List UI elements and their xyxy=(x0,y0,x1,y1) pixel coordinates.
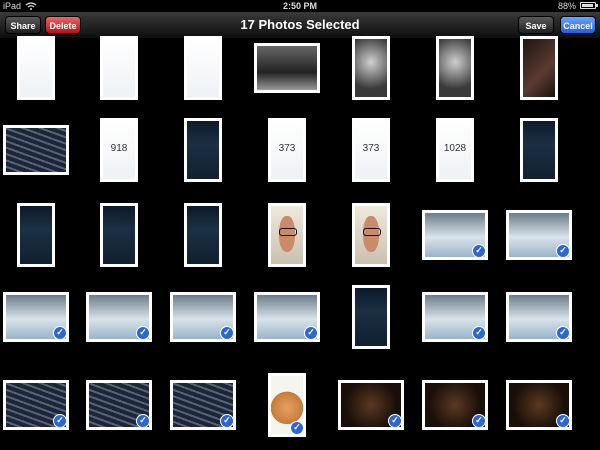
delete-button[interactable]: Delete xyxy=(45,16,81,34)
status-time: 2:50 PM xyxy=(282,1,317,11)
save-button[interactable]: Save xyxy=(518,16,554,34)
photo-image xyxy=(103,39,135,97)
photo-number-text: 918 xyxy=(110,143,128,155)
photo-image xyxy=(6,128,66,172)
photo-image xyxy=(355,39,387,97)
photo-thumbnail[interactable]: 918 xyxy=(100,118,138,182)
checkmark-icon: ✓ xyxy=(53,326,67,340)
photo-thumbnail[interactable] xyxy=(100,203,138,267)
photo-thumbnail[interactable] xyxy=(100,36,138,100)
photo-image: 918 xyxy=(103,121,135,179)
photo-thumbnail[interactable] xyxy=(184,36,222,100)
photo-thumbnail[interactable]: ✓ xyxy=(3,380,69,430)
checkmark-icon: ✓ xyxy=(472,244,486,258)
photo-image xyxy=(20,206,52,264)
checkmark-icon: ✓ xyxy=(472,414,486,428)
photo-thumbnail[interactable]: ✓ xyxy=(86,292,152,342)
photo-thumbnail[interactable]: ✓ xyxy=(268,373,306,437)
photo-thumbnail[interactable]: 1028 xyxy=(436,118,474,182)
photo-image xyxy=(439,39,471,97)
photo-thumbnail[interactable] xyxy=(254,43,320,93)
page-title: 17 Photos Selected xyxy=(240,17,360,32)
checkmark-icon: ✓ xyxy=(290,421,304,435)
checkmark-icon: ✓ xyxy=(220,414,234,428)
photo-image xyxy=(187,39,219,97)
photo-thumbnail[interactable] xyxy=(17,203,55,267)
photo-image: 373 xyxy=(355,121,387,179)
photo-thumbnail[interactable]: 373 xyxy=(352,118,390,182)
photo-image xyxy=(523,39,555,97)
photo-thumbnail[interactable] xyxy=(352,285,390,349)
photo-thumbnail[interactable]: ✓ xyxy=(170,292,236,342)
share-button[interactable]: Share xyxy=(5,16,41,34)
photo-image xyxy=(271,206,303,264)
checkmark-icon: ✓ xyxy=(472,326,486,340)
checkmark-icon: ✓ xyxy=(556,244,570,258)
photo-thumbnail[interactable]: ✓ xyxy=(338,380,404,430)
photo-thumbnail[interactable]: ✓ xyxy=(506,292,572,342)
photo-number-text: 1028 xyxy=(443,143,467,155)
photo-thumbnail[interactable]: ✓ xyxy=(422,380,488,430)
photo-thumbnail[interactable] xyxy=(520,36,558,100)
photo-thumbnail[interactable]: ✓ xyxy=(254,292,320,342)
photo-image xyxy=(103,206,135,264)
photo-thumbnail[interactable] xyxy=(268,203,306,267)
checkmark-icon: ✓ xyxy=(304,326,318,340)
photo-thumbnail[interactable]: ✓ xyxy=(422,292,488,342)
photo-thumbnail[interactable] xyxy=(352,36,390,100)
photo-thumbnail[interactable] xyxy=(3,125,69,175)
photo-image xyxy=(187,206,219,264)
glasses-shape xyxy=(279,228,297,236)
checkmark-icon: ✓ xyxy=(556,414,570,428)
photo-thumbnail[interactable]: ✓ xyxy=(506,210,572,260)
checkmark-icon: ✓ xyxy=(220,326,234,340)
photo-thumbnail[interactable] xyxy=(17,36,55,100)
cancel-button[interactable]: Cancel xyxy=(560,16,596,34)
checkmark-icon: ✓ xyxy=(388,414,402,428)
photo-thumbnail[interactable]: 373 xyxy=(268,118,306,182)
photo-thumbnail[interactable]: ✓ xyxy=(3,292,69,342)
photo-image xyxy=(20,39,52,97)
photo-thumbnail[interactable] xyxy=(352,203,390,267)
photo-thumbnail[interactable] xyxy=(184,203,222,267)
glasses-shape xyxy=(363,228,381,236)
photo-image: 373 xyxy=(271,121,303,179)
navigation-bar: 17 Photos Selected Share Delete Save Can… xyxy=(0,12,600,39)
photo-thumbnail[interactable] xyxy=(184,118,222,182)
photo-image xyxy=(355,288,387,346)
checkmark-icon: ✓ xyxy=(136,326,150,340)
photo-number-text: 373 xyxy=(278,143,296,155)
photo-thumbnail[interactable]: ✓ xyxy=(170,380,236,430)
photo-image xyxy=(257,46,317,90)
photo-grid: 918 373 373 1028 ✓ ✓ ✓ ✓ ✓ ✓ ✓ ✓ ✓ ✓ ✓ ✓ ✓ ✓ ✓ xyxy=(0,36,600,450)
photo-thumbnail[interactable]: ✓ xyxy=(422,210,488,260)
checkmark-icon: ✓ xyxy=(136,414,150,428)
photo-thumbnail[interactable] xyxy=(436,36,474,100)
battery-icon xyxy=(580,2,598,9)
photo-thumbnail[interactable]: ✓ xyxy=(506,380,572,430)
checkmark-icon: ✓ xyxy=(53,414,67,428)
checkmark-icon: ✓ xyxy=(556,326,570,340)
photo-image xyxy=(355,206,387,264)
photo-number-text: 373 xyxy=(362,143,380,155)
photo-image: 1028 xyxy=(439,121,471,179)
photo-thumbnail[interactable] xyxy=(520,118,558,182)
photo-thumbnail[interactable]: ✓ xyxy=(86,380,152,430)
battery-percent: 88% xyxy=(557,1,576,11)
photo-image xyxy=(187,121,219,179)
photo-image xyxy=(523,121,555,179)
status-bar: iPad 2:50 PM 88% xyxy=(0,0,600,12)
